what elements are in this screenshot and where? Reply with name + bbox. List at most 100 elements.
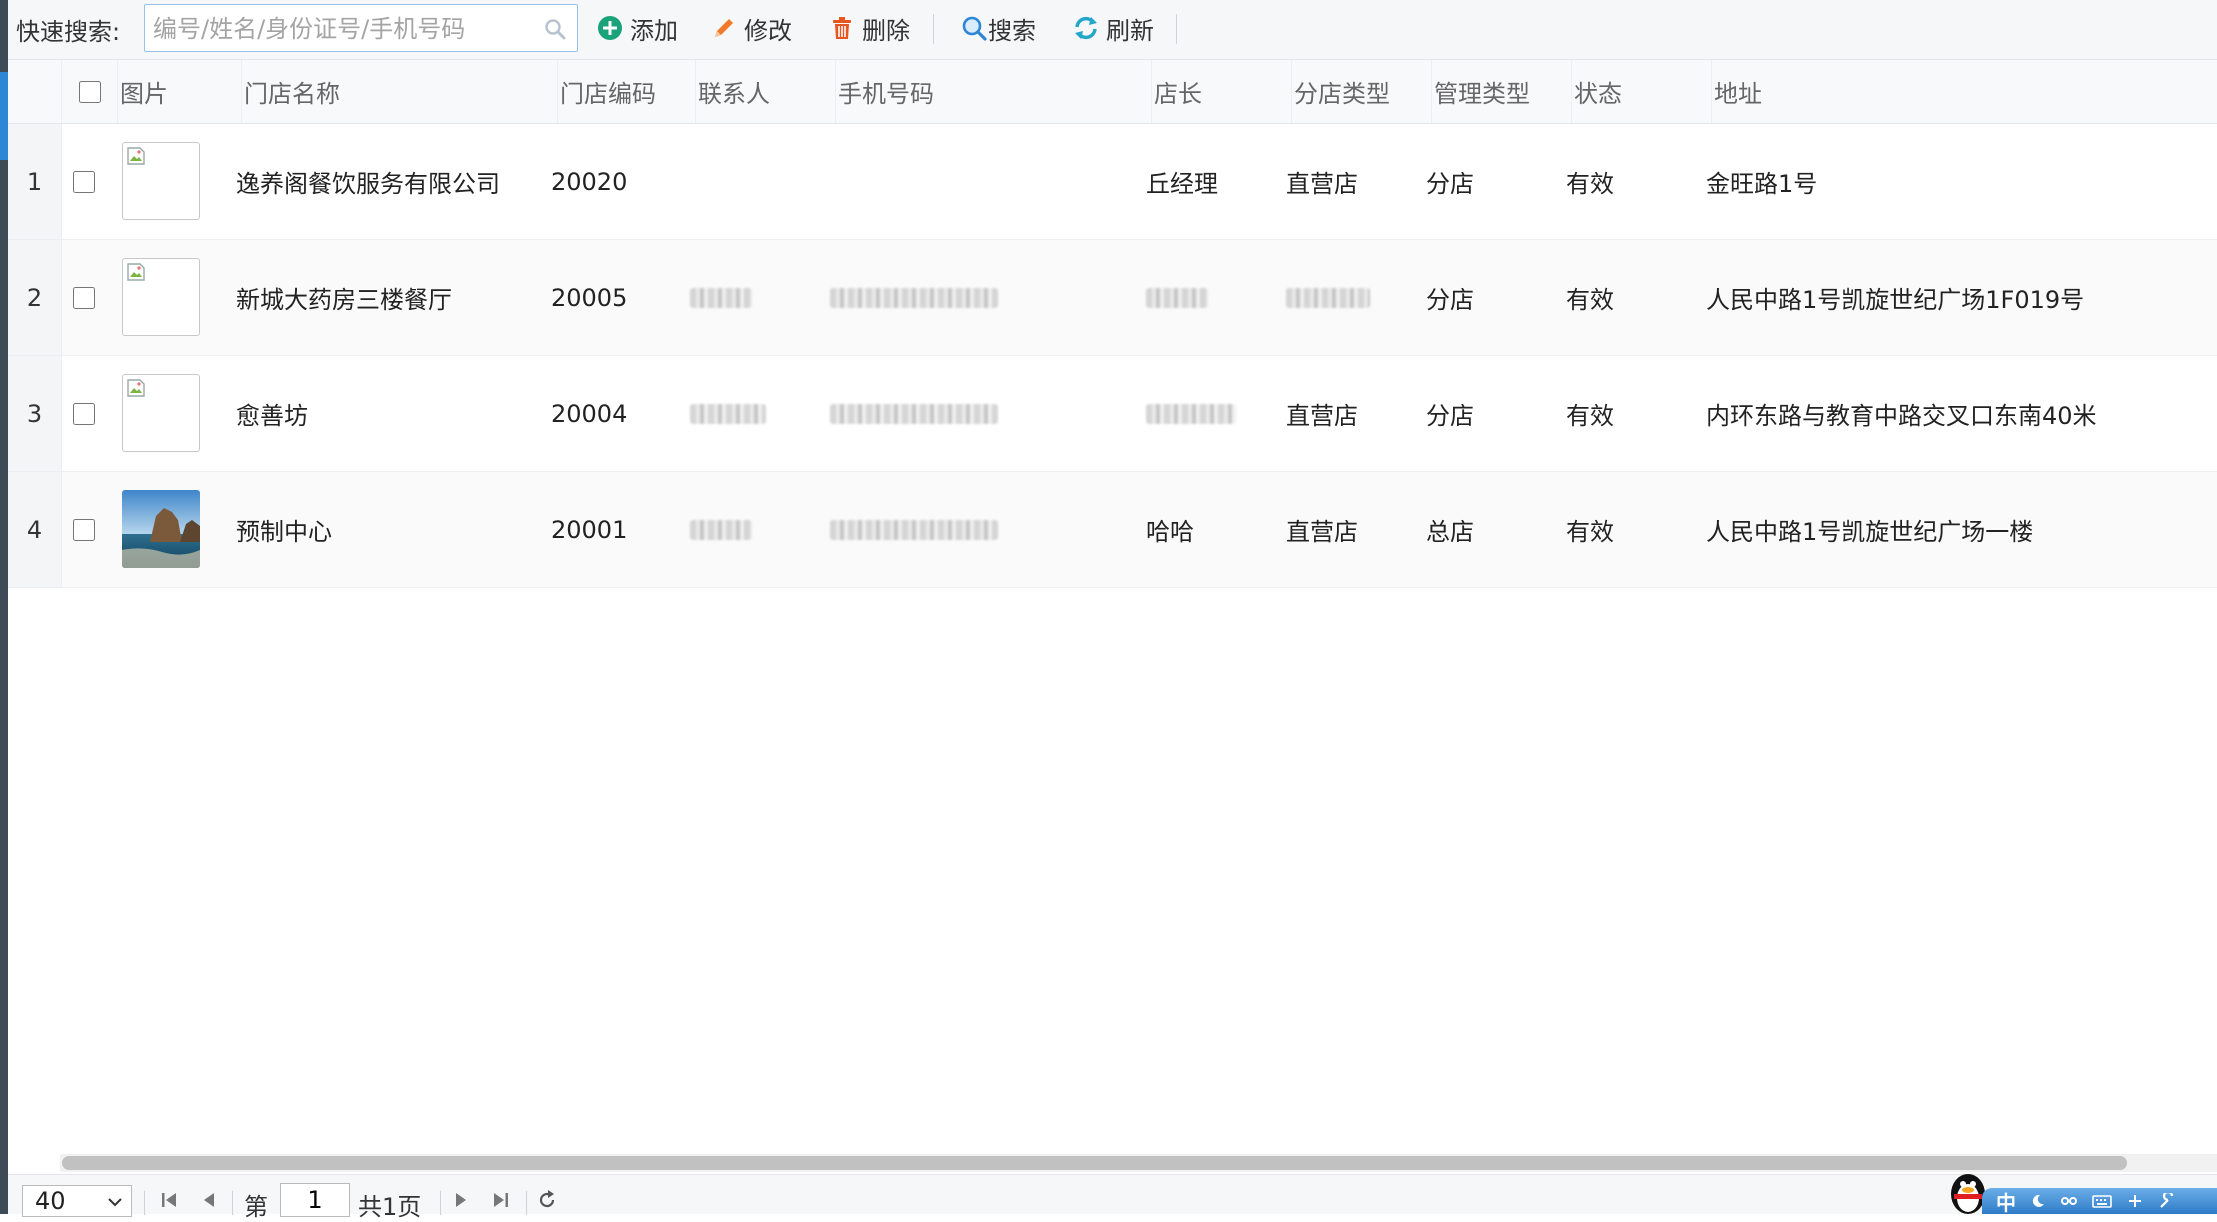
horizontal-scrollbar[interactable] [60,1154,2217,1172]
refresh-icon [1075,16,1097,40]
store-status: 有效 [1566,170,1614,198]
pager-separator [144,1191,145,1215]
ime-lang-label[interactable]: 中 [1996,1187,2016,1216]
page-total: 共1页 [358,1193,422,1221]
store-code: 20001 [551,515,628,544]
header-col-branch-type[interactable]: 分店类型 [1291,60,1431,123]
store-code: 20020 [551,167,628,196]
prev-page-icon[interactable] [198,1189,220,1211]
store-code: 20005 [551,283,628,312]
header-select-all[interactable] [61,60,117,123]
store-name: 愈善坊 [236,402,308,430]
store-thumbnail[interactable] [122,258,200,336]
store-address: 金旺路1号 [1706,170,1818,198]
quick-search-input[interactable] [151,11,535,47]
header-col-address[interactable]: 地址 [1711,60,2217,123]
broken-image-icon [127,379,145,397]
row-checkbox-cell[interactable] [73,472,95,587]
row-checkbox-cell[interactable] [73,240,95,355]
page-size-select[interactable]: 40 [22,1185,132,1217]
moon-icon[interactable] [2030,1193,2046,1209]
punctuation-icon[interactable] [2060,1193,2078,1209]
add-button[interactable]: 添加 [596,10,678,46]
table-row[interactable]: 1 逸养阁餐饮服务有限公司 20020 丘经理 直营店 分店 有效 金旺路1号 [8,124,2217,240]
phone-redacted [830,472,998,587]
row-checkbox[interactable] [73,402,95,425]
pager-bar: 40 第 共1页 [8,1174,2217,1221]
contact-redacted [690,472,752,587]
store-code: 20004 [551,399,628,428]
last-page-icon[interactable] [490,1189,512,1211]
table-row[interactable]: 4 预制中心 20001 哈哈 直营店 总店 有效 人民中路1号凯旋世纪广场一楼 [8,472,2217,588]
row-checkbox[interactable] [73,286,95,309]
keyboard-icon[interactable] [2092,1193,2112,1209]
branch-type: 直营店 [1286,170,1358,198]
search-button[interactable]: 搜索 [960,10,1036,46]
contact-redacted [690,356,766,471]
next-page-icon[interactable] [450,1189,472,1211]
store-thumbnail[interactable] [122,142,200,220]
mgmt-type: 分店 [1426,286,1474,314]
reload-icon[interactable] [536,1189,558,1211]
table-row[interactable]: 2 新城大药房三楼餐厅 20005 分店 有效 人民中路1号凯旋世纪广场1F01… [8,240,2217,356]
store-manager: 哈哈 [1146,518,1194,546]
broken-image-icon [127,147,145,165]
delete-button[interactable]: 删除 [828,10,910,46]
store-name: 预制中心 [236,518,332,546]
header-col-manager[interactable]: 店长 [1151,60,1291,123]
store-manager: 丘经理 [1146,170,1218,198]
store-name: 逸养阁餐饮服务有限公司 [236,170,500,198]
row-checkbox[interactable] [73,518,95,541]
header-col-contact[interactable]: 联系人 [695,60,835,123]
row-checkbox[interactable] [73,170,95,193]
table-row[interactable]: 3 愈善坊 20004 直营店 分店 有效 内环东路与教育中路交叉口东南40米 [8,356,2217,472]
header-col-store-name[interactable]: 门店名称 [241,60,557,123]
toolbar: 快速搜索: 添加 修改 删除 搜索 刷新 [8,0,2217,60]
row-checkbox-cell[interactable] [73,124,95,239]
search-icon[interactable] [543,17,567,41]
header-col-phone[interactable]: 手机号码 [835,60,1151,123]
refresh-button[interactable]: 刷新 [1072,10,1154,46]
toolbar-separator [933,14,934,44]
ime-bar[interactable]: 中 [1982,1187,2217,1216]
page-number-input[interactable] [280,1183,350,1217]
header-col-mgmt-type[interactable]: 管理类型 [1431,60,1571,123]
header-col-store-code[interactable]: 门店编码 [557,60,695,123]
manager-redacted [1146,240,1208,355]
store-address: 人民中路1号凯旋世纪广场一楼 [1706,518,2034,546]
pager-separator [232,1191,233,1215]
store-thumbnail[interactable] [122,374,200,452]
mgmt-type: 分店 [1426,170,1474,198]
wrench-icon[interactable] [2158,1193,2176,1209]
ime-toolbar[interactable]: 中 [1940,1168,2217,1216]
search-button-label: 搜索 [988,16,1036,45]
quick-search-box[interactable] [144,4,578,52]
magnifier-icon [962,16,987,41]
row-checkbox-cell[interactable] [73,356,95,471]
store-address: 内环东路与教育中路交叉口东南40米 [1706,402,2097,430]
store-photo-thumbnail[interactable] [122,490,200,568]
store-status: 有效 [1566,518,1614,546]
store-status: 有效 [1566,286,1614,314]
landscape-photo-icon [122,490,200,568]
table-header: 图片 门店名称 门店编码 联系人 手机号码 店长 分店类型 管理类型 状态 地址 [8,60,2217,124]
left-sidebar-strip [0,0,8,1214]
pencil-icon [715,19,733,37]
first-page-icon[interactable] [158,1189,180,1211]
skin-icon[interactable] [2126,1193,2144,1209]
delete-button-label: 删除 [862,16,910,45]
page-prefix: 第 [244,1193,268,1221]
header-col-status[interactable]: 状态 [1571,60,1711,123]
select-all-checkbox[interactable] [78,80,101,103]
refresh-button-label: 刷新 [1106,16,1154,45]
mgmt-type: 分店 [1426,402,1474,430]
store-status: 有效 [1566,402,1614,430]
plus-circle-icon [598,16,622,40]
mgmt-type: 总店 [1426,518,1474,546]
edit-button[interactable]: 修改 [710,10,792,46]
header-col-image[interactable]: 图片 [117,60,241,123]
row-number: 3 [8,356,62,471]
horizontal-scrollbar-thumb[interactable] [62,1156,2127,1170]
row-number: 2 [8,240,62,355]
add-button-label: 添加 [630,16,678,45]
